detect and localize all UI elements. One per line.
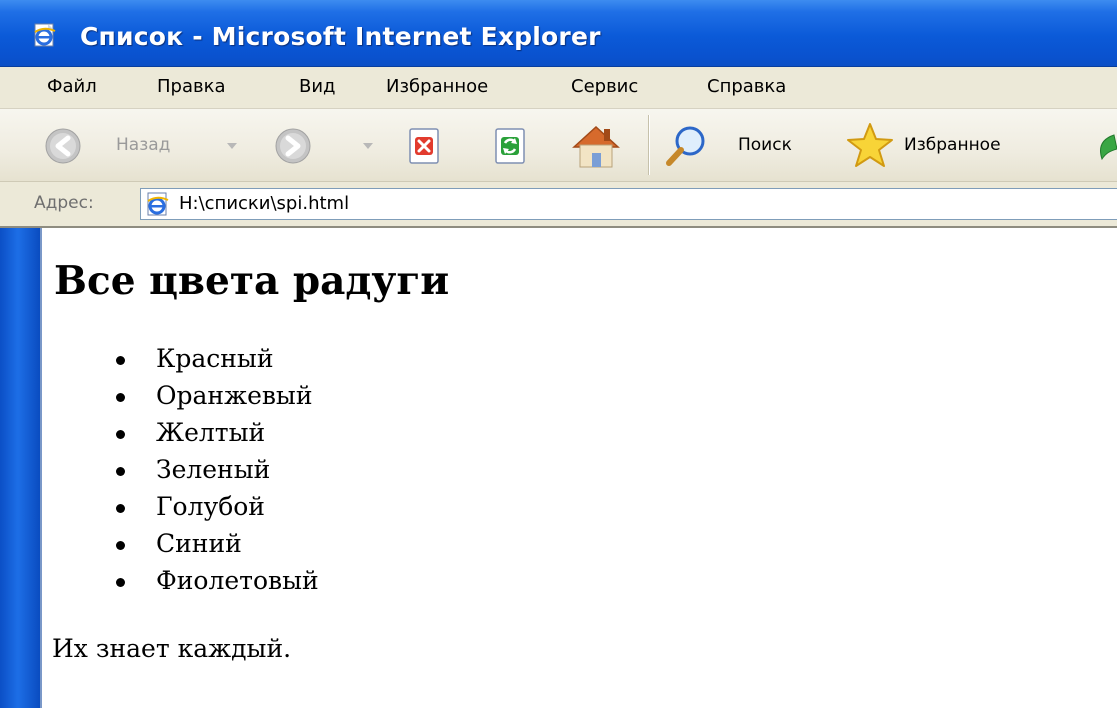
menu-tools[interactable]: Сервис [571,76,638,97]
list-item-label: Голубой [156,492,265,521]
toolbar: Назад Поиск Избранное [0,109,1117,182]
bullet [116,356,125,365]
page-content: Все цвета радуги Красный Оранжевый Желты… [0,228,1117,708]
menu-view[interactable]: Вид [299,76,336,97]
forward-arrow-icon [275,128,311,164]
list-item-label: Зеленый [156,455,271,484]
refresh-icon [495,128,525,164]
list-item-label: Синий [156,529,242,558]
menu-favorites[interactable]: Избранное [386,76,488,97]
search-label: Поиск [738,135,792,155]
home-button[interactable] [566,121,626,171]
list-item-label: Фиолетовый [156,566,319,595]
ie-page-icon [34,23,56,47]
chevron-down-icon [227,143,237,149]
list-item-label: Желтый [156,418,266,447]
address-bar: Адрес: H:\списки\spi.html [0,182,1117,228]
back-arrow-icon [45,128,81,164]
bullet [116,467,125,476]
search-icon [666,126,705,166]
browser-window: Список - Microsoft Internet Explorer Фай… [0,0,1117,708]
bullet [116,393,125,402]
star-icon [847,123,893,167]
menu-file[interactable]: Файл [47,76,97,97]
refresh-button[interactable] [490,123,532,169]
back-label: Назад [116,135,171,155]
footer-text: Их знает каждый. [52,634,292,663]
bullet [116,541,125,550]
stop-button[interactable] [404,123,446,169]
favorites-label: Избранное [904,135,1001,155]
window-title: Список - Microsoft Internet Explorer [80,22,601,51]
bullet [116,578,125,587]
list-item-label: Красный [156,344,274,373]
content-border [40,228,42,708]
menu-help[interactable]: Справка [707,76,786,97]
title-bar[interactable]: Список - Microsoft Internet Explorer [0,0,1117,67]
address-label: Адрес: [34,193,94,213]
chevron-down-icon [363,143,373,149]
bullet [116,430,125,439]
address-url: H:\списки\spi.html [179,193,350,214]
window-left-border [0,228,40,708]
stop-icon [409,128,439,164]
forward-button[interactable] [270,123,390,169]
ie-page-icon [147,192,169,216]
menu-bar: Файл Правка Вид Избранное Сервис Справка [0,67,1117,109]
menu-edit[interactable]: Правка [157,76,226,97]
page-heading: Все цвета радуги [54,258,450,304]
media-icon[interactable] [1094,133,1117,163]
search-button[interactable]: Поиск [662,121,822,171]
home-icon [572,125,620,168]
toolbar-separator [648,115,649,175]
favorites-button[interactable]: Избранное [842,119,1052,171]
list-item-label: Оранжевый [156,381,313,410]
back-button[interactable]: Назад [40,123,270,169]
address-input[interactable]: H:\списки\spi.html [140,188,1117,220]
bullet [116,504,125,513]
